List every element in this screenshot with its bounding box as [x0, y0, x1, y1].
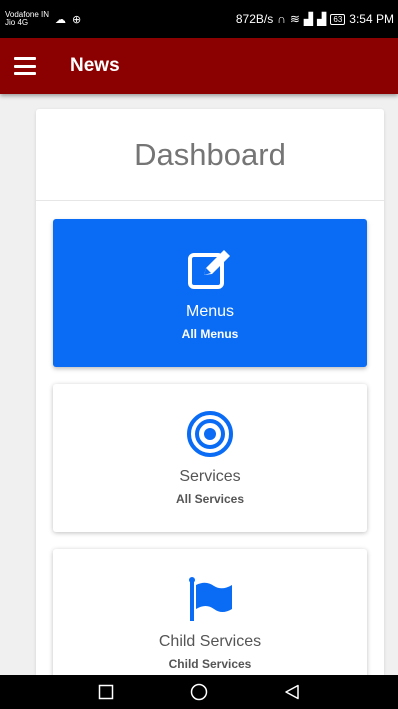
navigation-bar [0, 675, 398, 709]
hamburger-menu-icon[interactable] [14, 57, 36, 75]
child-services-card-subtitle: Child Services [168, 657, 252, 671]
carrier-info: Vodafone IN Jio 4G [5, 11, 49, 27]
menus-card-subtitle: All Menus [181, 327, 239, 341]
app-bar: News [0, 38, 398, 94]
headphones-icon: ∩ [277, 12, 286, 26]
signal-icon-2: ▟ [317, 12, 327, 26]
dashboard-panel: Dashboard Menus All Menus Services All S… [36, 109, 384, 675]
edit-icon [188, 250, 230, 289]
wifi-icon: ≋ [289, 12, 300, 26]
globe-icon: ⊕ [72, 13, 82, 26]
services-card-title: Services [179, 468, 241, 485]
app-title: News [70, 55, 120, 76]
services-card[interactable]: Services All Services [53, 384, 367, 532]
battery-level: 63 [330, 13, 346, 25]
child-services-card[interactable]: Child Services Child Services [53, 549, 367, 675]
menus-card[interactable]: Menus All Menus [53, 219, 367, 367]
network-speed: 872B/s [235, 12, 274, 26]
services-card-subtitle: All Services [175, 492, 245, 506]
back-icon[interactable] [278, 680, 306, 704]
status-left: Vodafone IN Jio 4G ☁ ⊕ [5, 11, 81, 27]
cloud-icon: ☁ [55, 13, 67, 26]
flag-icon [189, 577, 232, 621]
recent-apps-icon[interactable] [92, 680, 120, 704]
page-title: Dashboard [36, 109, 384, 201]
carrier-2: Jio 4G [5, 18, 29, 27]
status-bar: Vodafone IN Jio 4G ☁ ⊕ 872B/s ∩ ≋ ▟ ▟ 63… [0, 0, 398, 38]
status-time: 3:54 PM [349, 12, 394, 26]
status-right: 872B/s ∩ ≋ ▟ ▟ 63 3:54 PM [236, 12, 394, 26]
menus-card-title: Menus [185, 303, 235, 320]
home-icon[interactable] [185, 680, 213, 704]
target-icon [187, 411, 233, 457]
child-services-card-title: Child Services [158, 633, 262, 650]
signal-icon-1: ▟ [303, 12, 314, 26]
